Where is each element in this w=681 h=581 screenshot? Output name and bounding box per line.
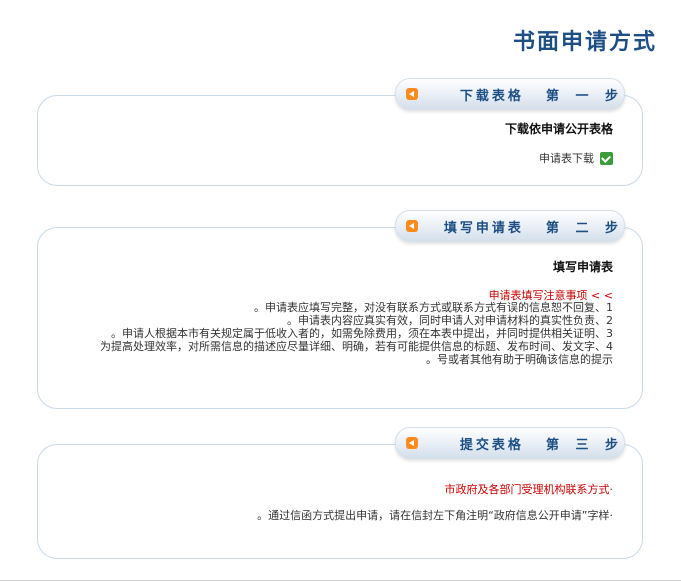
step1-heading: 下载依申请公开表格 [504, 122, 613, 136]
step3-tab: 第 三 步 提交表格 [395, 427, 625, 459]
step1-name: 下载表格 [459, 88, 524, 104]
contact-link[interactable]: ·市政府及各部门受理机构联系方式 [445, 481, 614, 497]
arrow-icon [406, 88, 418, 100]
download-label: 申请表下载 [539, 152, 594, 165]
step2-number: 第 二 步 [545, 220, 624, 236]
download-link[interactable]: 申请表下载 [539, 150, 613, 166]
note-item: 4、为提高处理效率，对所需信息的描述应尽量详细、明确，若有可能提供信息的标题、发… [100, 340, 613, 353]
step3-card [37, 444, 643, 559]
note-item: 3、申请人根据本市有关规定属于低收入者的，如需免除费用，须在本表中提出，并同时提… [111, 327, 613, 340]
notes-list: 1、申请表应填写完整，对没有联系方式或联系方式有误的信息恕不回复。 2、申请表内… [53, 301, 613, 366]
step2-name: 填写申请表 [443, 220, 524, 236]
note-item: 1、申请表应填写完整，对没有联系方式或联系方式有误的信息恕不回复。 [254, 301, 613, 314]
step3-text: ·通过信函方式提出申请，请在信封左下角注明“政府信息公开申请”字样。 [257, 509, 613, 522]
note-item: 2、申请表内容应真实有效，同时申请人对申请材料的真实性负责。 [287, 314, 613, 327]
step1-tab: 第 一 步 下载表格 [395, 78, 625, 110]
step2-tab: 第 二 步 填写申请表 [395, 210, 625, 242]
arrow-icon [406, 220, 418, 232]
arrow-icon [406, 437, 418, 449]
step1-number: 第 一 步 [545, 88, 624, 104]
step2-heading: 填写申请表 [552, 260, 613, 274]
step3-name: 提交表格 [459, 437, 524, 453]
step3-number: 第 三 步 [545, 437, 624, 453]
page-title: 书面申请方式 [512, 30, 657, 55]
download-icon [600, 151, 613, 165]
note-item: 号或者其他有助于明确该信息的提示。 [426, 353, 613, 366]
